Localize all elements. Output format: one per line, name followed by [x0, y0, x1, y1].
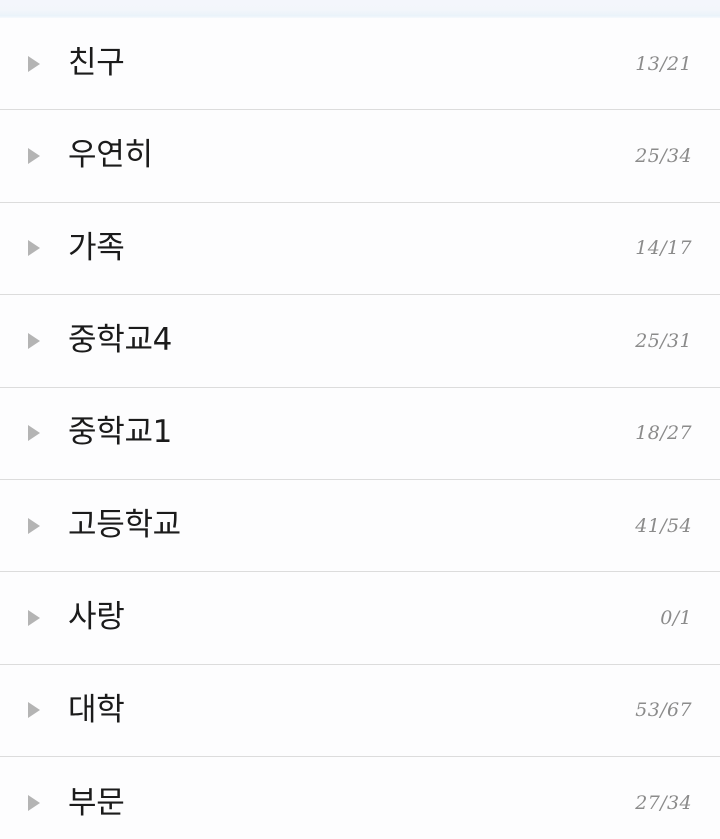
list-item-label: 사랑	[68, 600, 125, 636]
triangle-right-icon[interactable]	[26, 330, 44, 352]
list-item-count: 53/67	[635, 699, 692, 722]
list-item[interactable]: 우연히 25/34	[0, 110, 720, 203]
list-item-label: 고등학교	[68, 507, 181, 543]
list-item[interactable]: 중학교1 18/27	[0, 387, 720, 480]
list-item-count: 14/17	[635, 237, 692, 260]
list-item-label: 중학교1	[68, 415, 173, 451]
list-item-count: 25/31	[635, 329, 692, 352]
triangle-right-icon[interactable]	[26, 607, 44, 629]
app-root: 친구 13/21 우연히 25/34 가족 14/17 중학교4 25/31 중…	[0, 0, 720, 839]
list-item-count: 13/21	[635, 52, 692, 75]
list-item-label: 우연히	[68, 138, 153, 174]
list-item-count: 27/34	[635, 792, 692, 815]
triangle-right-icon[interactable]	[26, 53, 44, 75]
list-item-count: 0/1	[660, 607, 692, 630]
top-status-strip	[0, 0, 720, 18]
list-item-label: 부문	[68, 785, 125, 821]
triangle-right-icon[interactable]	[26, 515, 44, 537]
list-item-count: 25/34	[635, 145, 692, 168]
list-item[interactable]: 부문 27/34	[0, 757, 720, 839]
triangle-right-icon[interactable]	[26, 699, 44, 721]
list-item-count: 18/27	[635, 422, 692, 445]
triangle-right-icon[interactable]	[26, 792, 44, 814]
list-item[interactable]: 사랑 0/1	[0, 572, 720, 665]
triangle-right-icon[interactable]	[26, 422, 44, 444]
list-item-count: 41/54	[635, 514, 692, 537]
list-item[interactable]: 고등학교 41/54	[0, 479, 720, 573]
list-item-label: 중학교4	[68, 323, 173, 359]
triangle-right-icon[interactable]	[26, 237, 44, 259]
list-item-label: 대학	[68, 692, 125, 728]
list-item-label: 친구	[68, 45, 125, 81]
list-item-label: 가족	[68, 230, 125, 266]
list-item[interactable]: 친구 13/21	[0, 18, 720, 111]
category-list: 친구 13/21 우연히 25/34 가족 14/17 중학교4 25/31 중…	[0, 18, 720, 839]
list-item[interactable]: 대학 53/67	[0, 664, 720, 758]
list-item[interactable]: 가족 14/17	[0, 202, 720, 296]
list-item[interactable]: 중학교4 25/31	[0, 295, 720, 388]
triangle-right-icon[interactable]	[26, 145, 44, 167]
